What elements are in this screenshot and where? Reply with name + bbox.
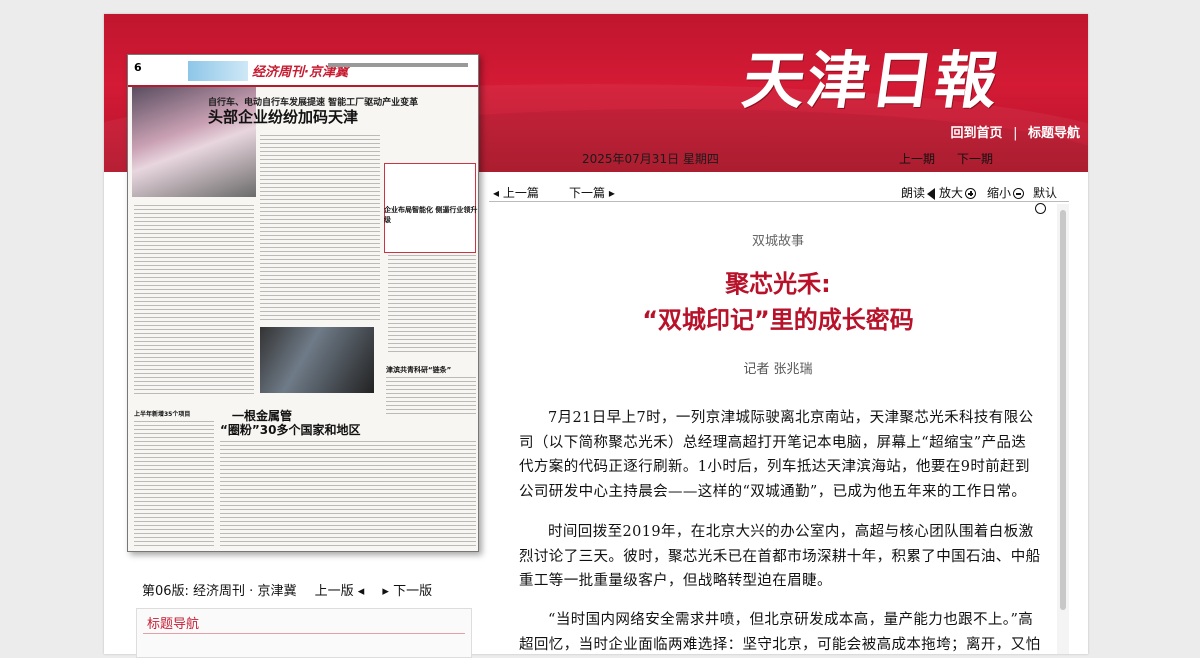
thumb-text-col-3 bbox=[388, 255, 476, 355]
read-aloud-button[interactable]: 朗读 bbox=[901, 184, 936, 201]
article-toolbar: ◂ 上一篇 下一篇 ▸ 朗读 放大 缩小 默认 bbox=[489, 182, 1069, 214]
next-article-button[interactable]: 下一篇 ▸ bbox=[569, 184, 615, 201]
article-title-line-1: 聚芯光禾: bbox=[725, 270, 831, 298]
zoom-out-label: 缩小 bbox=[987, 186, 1012, 200]
caret-left-icon: ◂ bbox=[357, 584, 365, 599]
nav-separator: | bbox=[1013, 126, 1018, 141]
thumb-text-col-2 bbox=[260, 135, 380, 320]
next-issue-link[interactable]: 下一期 bbox=[957, 150, 993, 167]
newspaper-logo: 天津日報 bbox=[738, 44, 1005, 117]
prev-page-button[interactable]: 上一版 ◂ bbox=[315, 584, 365, 599]
prev-article-button[interactable]: ◂ 上一篇 bbox=[493, 184, 539, 201]
thumb-side-headline-1[interactable]: 企业布局智能化 侧逼行业领升级 bbox=[384, 205, 478, 225]
title-nav-link[interactable]: 标题导航 bbox=[1028, 126, 1080, 141]
title-nav-box: 标题导航 bbox=[136, 608, 472, 658]
thumb-photo-2[interactable] bbox=[260, 327, 374, 393]
caret-right-icon: ▸ bbox=[608, 186, 615, 200]
article-paragraph: “当时国内网络安全需求井喷，但北京研发成本高，量产能力也跟不上。”高超回忆，当时… bbox=[519, 612, 1041, 653]
caret-left-icon: ◂ bbox=[493, 186, 500, 200]
article-kicker: 双城故事 bbox=[751, 234, 804, 249]
home-link[interactable]: 回到首页 bbox=[951, 126, 1003, 141]
newspaper-page-thumbnail[interactable]: 6 经济周刊·京津冀 自行车、电动自行车发展提速 智能工厂驱动产业变革 头部企业… bbox=[127, 54, 479, 552]
thumb-side-headline-3[interactable]: 上半年新增35个项目 bbox=[134, 409, 190, 418]
current-page-label: 第06版: 经济周刊 · 京津冀 bbox=[142, 584, 297, 599]
skyline-graphic bbox=[188, 61, 248, 81]
issue-date: 2025年07月31日 星期四 bbox=[582, 152, 719, 166]
prev-issue-link[interactable]: 上一期 bbox=[899, 150, 935, 167]
article-paragraph: 7月21日早上7时，一列京津城际驶离北京南站，天津聚芯光禾科技有限公司（以下简称… bbox=[519, 410, 1034, 500]
prev-page-label: 上一版 bbox=[314, 584, 354, 599]
caret-right-icon: ▸ bbox=[382, 584, 389, 599]
article-body: 双城故事 聚芯光禾: “双城印记”里的成长密码 记者 张兆瑞 7月21日早上7时… bbox=[489, 204, 1067, 654]
page-pager: 第06版: 经济周刊 · 京津冀 上一版 ◂ ▸ 下一版 bbox=[142, 580, 446, 599]
thumb-headline[interactable]: 头部企业纷纷加码天津 bbox=[208, 106, 358, 127]
zoom-out-icon bbox=[1013, 188, 1025, 199]
article-title-line-2: “双城印记”里的成长密码 bbox=[642, 306, 914, 334]
speaker-icon bbox=[927, 187, 936, 200]
zoom-in-button[interactable]: 放大 bbox=[939, 184, 977, 201]
prev-article-label: 上一篇 bbox=[502, 186, 539, 200]
next-page-button[interactable]: ▸ 下一版 bbox=[382, 584, 432, 599]
page-header-strip: 6 经济周刊·京津冀 bbox=[128, 55, 478, 87]
thumb-text-col-6 bbox=[220, 441, 476, 546]
next-page-label: 下一版 bbox=[393, 584, 433, 599]
read-aloud-label: 朗读 bbox=[901, 186, 926, 200]
top-nav: 回到首页 | 标题导航 bbox=[951, 122, 1080, 141]
article-paragraph: 时间回拨至2019年，在北京大兴的办公室内，高超与核心团队围着白板激烈讨论了三天… bbox=[519, 524, 1041, 589]
next-article-label: 下一篇 bbox=[569, 186, 606, 200]
thumb-headline-2b[interactable]: “圈粉”30多个国家和地区 bbox=[220, 421, 360, 438]
default-size-label: 默认 bbox=[1033, 186, 1058, 200]
thumb-side-headline-2[interactable]: 津滨共青科研“链条” bbox=[386, 365, 451, 375]
article-author: 记者 张兆瑞 bbox=[743, 362, 813, 377]
title-nav-heading: 标题导航 bbox=[147, 617, 200, 632]
title-nav-rule bbox=[143, 633, 465, 634]
thumb-text-col-1 bbox=[134, 205, 254, 395]
zoom-out-button[interactable]: 缩小 bbox=[987, 184, 1025, 201]
page-frame: 天津日報 回到首页 | 标题导航 2025年07月31日 星期四 上一期 下一期… bbox=[104, 14, 1088, 658]
zoom-in-icon bbox=[965, 188, 977, 199]
page-number: 6 bbox=[134, 61, 142, 74]
zoom-in-label: 放大 bbox=[939, 186, 964, 200]
thumb-text-col-5 bbox=[134, 421, 214, 546]
thumb-text-col-4 bbox=[386, 377, 476, 417]
header-rule bbox=[328, 63, 468, 67]
